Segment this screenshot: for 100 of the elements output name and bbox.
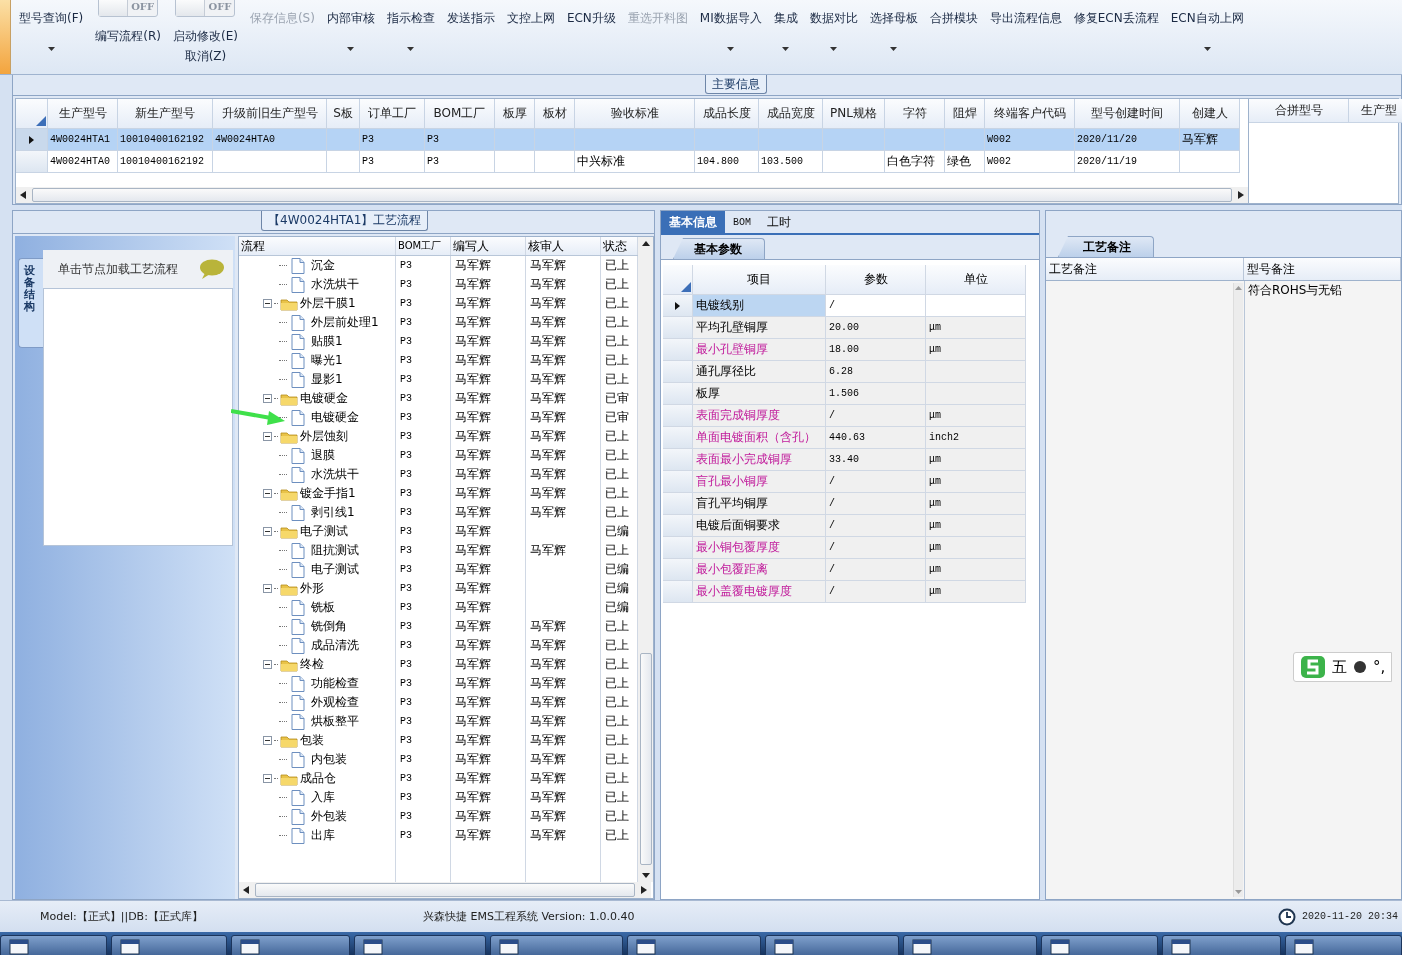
sub-tab[interactable]: 工艺备注	[1058, 236, 1154, 257]
tree-node[interactable]: 阻抗测试	[291, 542, 359, 559]
table-row[interactable]: 盲孔最小铜厚 / μm	[663, 471, 1029, 493]
taskbar-button[interactable]	[765, 935, 899, 955]
tree-node[interactable]: 曝光1	[291, 352, 343, 369]
collapse-icon[interactable]	[263, 432, 272, 441]
tree-node[interactable]: 外包装	[291, 808, 347, 825]
column-header[interactable]: 订单工厂	[360, 99, 425, 129]
toolbar-button[interactable]: 指示检查	[386, 0, 435, 60]
table-row[interactable]: 表面最小完成铜厚 33.40 μm	[663, 449, 1029, 471]
toolbar-button[interactable]: 发送指示	[446, 0, 495, 60]
column-header[interactable]: 合拼型号	[1249, 99, 1349, 123]
table-row[interactable]: 最小盖覆电镀厚度 / μm	[663, 581, 1029, 603]
punctuation-mode[interactable]: °,	[1373, 658, 1386, 676]
taskbar-button[interactable]	[1161, 935, 1281, 955]
toolbar-button[interactable]: 修复ECN丢流程	[1073, 0, 1159, 60]
tree-node[interactable]: 电子测试	[291, 561, 359, 578]
input-mode[interactable]: 五	[1332, 657, 1347, 677]
tree-node[interactable]: 成品清洗	[291, 637, 359, 654]
column-header[interactable]: 板材	[535, 99, 575, 129]
column-header[interactable]: 编写人	[451, 237, 526, 255]
tree-node[interactable]: 成品仓	[280, 770, 336, 787]
toolbar-button[interactable]: 启动修改(E)	[172, 28, 238, 45]
column-header[interactable]: 生产型	[1349, 99, 1402, 123]
column-header[interactable]: 成品宽度	[759, 99, 823, 129]
tree-node[interactable]: 铣倒角	[291, 618, 347, 635]
tree-node[interactable]: 外层前处理1	[291, 314, 379, 331]
taskbar-button[interactable]	[1284, 935, 1402, 955]
table-row[interactable]: 板厚 1.506	[663, 383, 1029, 405]
column-header[interactable]: 验收标准	[575, 99, 695, 129]
table-row[interactable]: 通孔厚径比 6.28	[663, 361, 1029, 383]
column-header[interactable]: 新生产型号	[118, 99, 213, 129]
column-header[interactable]: 工艺备注	[1046, 258, 1244, 280]
column-header[interactable]: 字符	[885, 99, 945, 129]
tree-node[interactable]: 铣板	[291, 599, 335, 616]
taskbar-button[interactable]	[230, 935, 350, 955]
table-row[interactable]: 4W0024HTA0 10010400162192 P3 P3 中兴标准 104.800 103.500 白色字符 绿色 W002 2020/11/19	[16, 151, 1248, 173]
table-row[interactable]: 平均孔壁铜厚 20.00 μm	[663, 317, 1029, 339]
tree-node[interactable]: 功能检查	[291, 675, 359, 692]
collapse-icon[interactable]	[263, 584, 272, 593]
column-header[interactable]: 升级前旧生产型号	[213, 99, 327, 129]
column-header[interactable]: 单位	[926, 265, 1026, 295]
tree-node[interactable]: 外层蚀刻	[280, 428, 348, 445]
column-header[interactable]: 板厚	[495, 99, 535, 129]
column-header[interactable]: S板	[327, 99, 360, 129]
toolbar-button[interactable]: 集成	[773, 0, 798, 60]
tree-node[interactable]: 水洗烘干	[291, 276, 359, 293]
toolbar-button[interactable]: 型号查询(F)	[19, 0, 84, 60]
taskbar-button[interactable]	[0, 935, 108, 955]
column-header[interactable]: 参数	[826, 265, 926, 295]
collapse-icon[interactable]	[263, 299, 272, 308]
column-header[interactable]: 项目	[693, 265, 826, 295]
toolbar-button[interactable]: 合拼模块	[929, 0, 978, 60]
collapse-icon[interactable]	[263, 736, 272, 745]
toolbar-button[interactable]: 文控上网	[506, 0, 555, 60]
collapse-icon[interactable]	[263, 774, 272, 783]
column-header[interactable]: PNL规格	[823, 99, 885, 129]
table-row[interactable]: 表面完成铜厚度 / μm	[663, 405, 1029, 427]
toolbar-button[interactable]: 导出流程信息	[989, 0, 1062, 60]
taskbar-button[interactable]	[902, 935, 1037, 955]
table-row[interactable]: 电镀后面铜要求 / μm	[663, 515, 1029, 537]
table-row[interactable]: 盲孔平均铜厚 / μm	[663, 493, 1029, 515]
toolbar-button[interactable]: 选择母板	[869, 0, 918, 60]
collapse-icon[interactable]	[263, 489, 272, 498]
tree-node[interactable]: 外形	[280, 580, 324, 597]
column-header[interactable]: 流程	[239, 237, 396, 255]
toolbar-button[interactable]: MI数据导入	[699, 0, 762, 60]
toolbar-button[interactable]: 取消(Z)	[184, 48, 227, 65]
vertical-tab[interactable]: 设备结构	[18, 258, 43, 348]
column-header[interactable]: 创建人	[1180, 99, 1240, 129]
tab[interactable]: 基本信息	[661, 211, 725, 233]
sub-tab[interactable]: 基本参数	[673, 238, 765, 259]
toolbar-button[interactable]: 编写流程(R)	[95, 28, 161, 45]
table-row[interactable]: 最小铜包覆厚度 / μm	[663, 537, 1029, 559]
tab[interactable]: BOM	[725, 211, 759, 233]
tree-node[interactable]: 终检	[280, 656, 324, 673]
column-header[interactable]: 核审人	[526, 237, 601, 255]
tree-node[interactable]: 剥引线1	[291, 504, 355, 521]
column-header[interactable]: BOM工厂	[425, 99, 495, 129]
column-header[interactable]: 型号备注	[1244, 258, 1401, 280]
scrollbar-thumb[interactable]	[255, 883, 635, 897]
toolbar-button[interactable]: 内部审核	[326, 0, 375, 60]
tree-node[interactable]: 外层干膜1	[280, 295, 356, 312]
tab[interactable]: 工时	[759, 211, 799, 233]
table-row[interactable]: 单面电镀面积（含孔） 440.63 inch2	[663, 427, 1029, 449]
tree-node[interactable]: 内包装	[291, 751, 347, 768]
tree-node[interactable]: 电子测试	[280, 523, 348, 540]
table-row[interactable]: 最小包覆距离 / μm	[663, 559, 1029, 581]
column-header[interactable]: 状态	[601, 237, 638, 255]
tree-node[interactable]: 电镀硬金	[280, 390, 348, 407]
column-header[interactable]: 成品长度	[695, 99, 759, 129]
tree-node[interactable]: 出库	[291, 827, 335, 844]
column-header[interactable]: 型号创建时间	[1075, 99, 1180, 129]
toolbar-button[interactable]: 数据对比	[809, 0, 858, 60]
tree-node[interactable]: 镀金手指1	[280, 485, 356, 502]
taskbar-button[interactable]	[353, 935, 486, 955]
collapse-icon[interactable]	[263, 394, 272, 403]
column-header[interactable]: 生产型号	[48, 99, 118, 129]
table-row[interactable]: 4W0024HTA1 10010400162192 4W0024HTA0 P3 P3 W002 2020/11/20 马军辉	[16, 129, 1248, 151]
collapse-icon[interactable]	[263, 660, 272, 669]
